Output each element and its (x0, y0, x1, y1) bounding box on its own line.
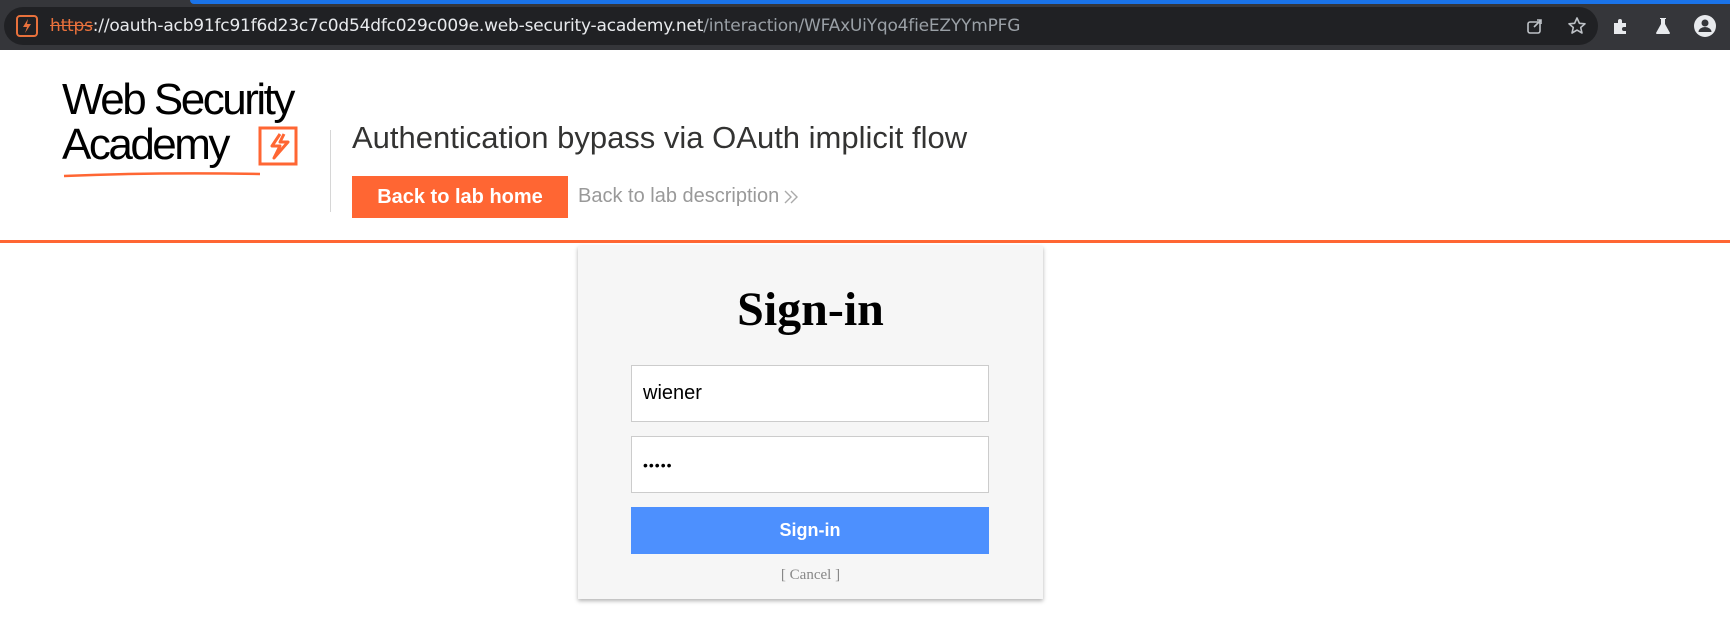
signin-button[interactable]: Sign-in (631, 507, 989, 554)
bookmark-star-icon[interactable] (1566, 15, 1588, 37)
username-input[interactable]: wiener (631, 365, 989, 422)
lab-header: Web Security Academy Authentication bypa… (0, 50, 1730, 243)
username-value: wiener (643, 382, 702, 404)
password-input[interactable]: ••••• (631, 436, 989, 493)
extensions-icon[interactable] (1610, 15, 1632, 37)
signin-title: Sign-in (737, 283, 884, 336)
url-path: /interaction/WFAxUiYqo4fieEZYYmPFG (703, 16, 1021, 36)
lab-title: Authentication bypass via OAuth implicit… (352, 120, 968, 155)
labs-icon[interactable] (1652, 15, 1674, 37)
cancel-link[interactable]: [ Cancel ] (578, 567, 1043, 584)
web-security-academy-logo[interactable]: Web Security Academy (62, 78, 332, 228)
header-divider (330, 130, 331, 212)
url-scheme: https (50, 16, 93, 36)
password-mask: ••••• (643, 456, 673, 473)
logo-bolt-icon (258, 126, 298, 166)
url-host: oauth-acb91fc91f6d23c7c0d54dfc029c009e.w… (109, 16, 704, 36)
double-chevron-right-icon (784, 190, 799, 203)
back-to-lab-home-button[interactable]: Back to lab home (352, 176, 568, 218)
share-icon[interactable] (1524, 15, 1546, 37)
address-bar[interactable]: https://oauth-acb91fc91f6d23c7c0d54dfc02… (4, 7, 1598, 45)
url-text[interactable]: https://oauth-acb91fc91f6d23c7c0d54dfc02… (50, 16, 1020, 36)
tab-strip-accent (190, 0, 1730, 4)
logo-text-line1: Web Security (62, 75, 295, 124)
signin-card: Sign-in wiener ••••• Sign-in [ Cancel ] (578, 246, 1043, 599)
logo-underline-icon (63, 172, 261, 178)
url-separator: :// (92, 16, 110, 36)
logo-text-line2: Academy (62, 120, 230, 169)
back-to-lab-description-label: Back to lab description (578, 185, 780, 207)
profile-icon[interactable] (1694, 15, 1716, 37)
back-to-lab-description-link[interactable]: Back to lab description (578, 185, 799, 208)
site-info-icon[interactable] (16, 15, 38, 37)
browser-toolbar: https://oauth-acb91fc91f6d23c7c0d54dfc02… (0, 0, 1730, 50)
